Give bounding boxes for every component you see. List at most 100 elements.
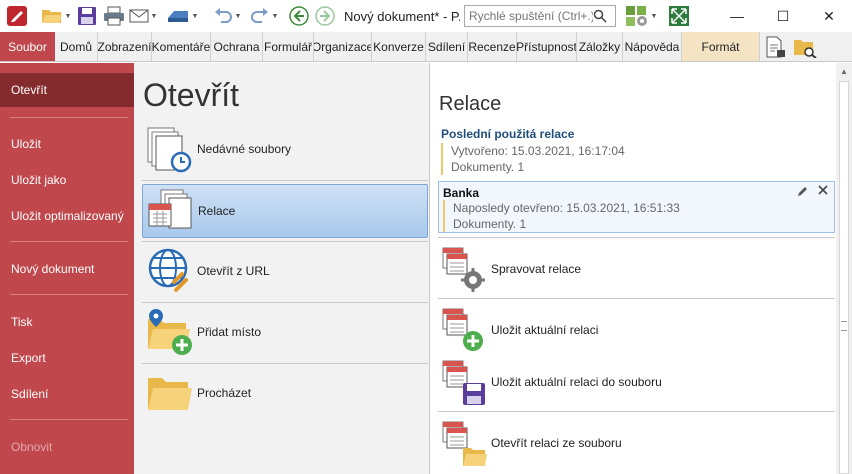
tab-domu[interactable]: Domů bbox=[55, 32, 98, 61]
action-label: Otevřít relaci ze souboru bbox=[491, 436, 622, 450]
menu-item-tisk[interactable]: Tisk bbox=[0, 305, 134, 339]
sessions-pane: Relace Poslední použitá relace Vytvořeno… bbox=[431, 63, 836, 474]
scanner-icon[interactable]: ▼ bbox=[162, 4, 202, 28]
vertical-scrollbar[interactable]: ▲ bbox=[836, 63, 852, 474]
back-icon[interactable] bbox=[286, 4, 312, 28]
tab-soubor[interactable]: Soubor bbox=[0, 32, 55, 61]
menu-item-novy-dokument[interactable]: Nový dokument bbox=[0, 252, 134, 286]
recent-files-icon bbox=[144, 124, 194, 174]
menu-item-sdileni[interactable]: Sdílení bbox=[0, 377, 134, 411]
tab-formular[interactable]: Formulář bbox=[263, 32, 314, 61]
tab-pristupnost[interactable]: Přístupnost bbox=[517, 32, 577, 61]
tab-komentare[interactable]: Komentáře bbox=[152, 32, 211, 61]
open-session-from-file-button[interactable]: Otevřít relaci ze souboru bbox=[439, 414, 835, 472]
menu-divider bbox=[10, 294, 128, 295]
print-icon[interactable] bbox=[100, 4, 128, 28]
recent-session-link[interactable]: Poslední použitá relace bbox=[441, 127, 574, 141]
session-documents: Dokumenty. 1 bbox=[453, 217, 527, 231]
menu-item-obnovit: Obnovit bbox=[11, 440, 53, 454]
manage-sessions-button[interactable]: Spravovat relace bbox=[439, 240, 835, 298]
item-divider bbox=[438, 298, 835, 299]
tab-recenze[interactable]: Recenze bbox=[468, 32, 517, 61]
save-session-to-file-button[interactable]: Uložit aktuální relaci do souboru bbox=[439, 353, 835, 411]
tab-ochrana[interactable]: Ochrana bbox=[211, 32, 263, 61]
app-window: ▼ ▼ ▼ ▼ ▼ Nový dokument* - P... Rychlé s… bbox=[0, 0, 852, 474]
fullscreen-icon[interactable] bbox=[666, 4, 692, 28]
session-card[interactable]: Banka Naposledy otevřeno: 15.03.2021, 16… bbox=[438, 181, 835, 233]
menu-divider bbox=[10, 241, 128, 242]
quick-launch-input[interactable] bbox=[469, 9, 593, 23]
search-icon[interactable] bbox=[593, 9, 607, 23]
menu-item-export[interactable]: Export bbox=[0, 341, 134, 375]
edit-icon[interactable] bbox=[797, 185, 809, 197]
save-session-icon bbox=[439, 305, 489, 355]
item-divider bbox=[142, 302, 428, 303]
delete-icon[interactable] bbox=[817, 184, 829, 196]
item-divider bbox=[142, 363, 428, 364]
action-label: Uložit aktuální relaci bbox=[491, 323, 599, 337]
open-item-url[interactable]: Otevřít z URL bbox=[142, 244, 428, 298]
settings-icon[interactable]: ▼ bbox=[622, 4, 660, 28]
undo-icon[interactable]: ▼ bbox=[208, 4, 246, 28]
folder-search-icon[interactable] bbox=[790, 32, 820, 62]
open-item-label: Procházet bbox=[197, 386, 252, 400]
open-folder-icon[interactable]: ▼ bbox=[38, 4, 74, 28]
session-name: Banka bbox=[443, 186, 480, 200]
session-info: Naposledy otevřeno: 15.03.2021, 16:51:33… bbox=[443, 200, 680, 232]
tab-zalozky[interactable]: Záložky bbox=[577, 32, 623, 61]
recent-session-documents: Dokumenty. 1 bbox=[451, 160, 525, 174]
save-icon[interactable] bbox=[74, 4, 100, 28]
menu-divider bbox=[10, 419, 128, 420]
open-pane: Otevřít Nedávné soubory Relace Otevřít z… bbox=[134, 63, 430, 474]
tab-napoveda[interactable]: Nápověda bbox=[623, 32, 682, 61]
close-button[interactable]: ✕ bbox=[806, 0, 852, 32]
document-tools-icon[interactable] bbox=[760, 32, 790, 62]
manage-sessions-icon bbox=[439, 244, 489, 294]
tab-format[interactable]: Formát bbox=[682, 32, 760, 61]
item-divider bbox=[142, 180, 428, 181]
action-label: Uložit aktuální relaci do souboru bbox=[491, 375, 662, 389]
action-label: Spravovat relace bbox=[491, 262, 582, 276]
sessions-icon bbox=[145, 186, 195, 236]
ribbon-tab-bar: Soubor Domů Zobrazení Komentáře Ochrana … bbox=[0, 32, 852, 62]
maximize-button[interactable]: ☐ bbox=[760, 0, 806, 32]
open-session-from-file-icon bbox=[439, 418, 489, 468]
open-item-add-place[interactable]: Přidat místo bbox=[142, 305, 428, 359]
open-item-label: Nedávné soubory bbox=[197, 142, 292, 156]
menu-divider bbox=[10, 117, 128, 118]
recent-session-created: Vytvořeno: 15.03.2021, 16:17:04 bbox=[451, 144, 625, 158]
sessions-title: Relace bbox=[439, 93, 502, 115]
browse-folder-icon bbox=[144, 368, 194, 418]
title-bar: ▼ ▼ ▼ ▼ ▼ Nový dokument* - P... Rychlé s… bbox=[0, 0, 852, 32]
email-icon[interactable]: ▼ bbox=[128, 4, 158, 28]
scroll-thumb[interactable] bbox=[839, 81, 849, 474]
item-divider bbox=[438, 237, 835, 238]
tab-zobrazeni[interactable]: Zobrazení bbox=[98, 32, 152, 61]
tab-sdileni[interactable]: Sdílení bbox=[426, 32, 468, 61]
open-item-browse[interactable]: Procházet bbox=[142, 366, 428, 420]
tab-konverze[interactable]: Konverze bbox=[372, 32, 426, 61]
open-item-label: Přidat místo bbox=[197, 325, 262, 339]
minimize-button[interactable]: — bbox=[714, 0, 760, 32]
menu-item-ulozit-optimalizovany[interactable]: Uložit optimalizovaný bbox=[0, 199, 134, 233]
redo-icon[interactable]: ▼ bbox=[246, 4, 282, 28]
open-item-sessions[interactable]: Relace bbox=[142, 184, 428, 238]
recent-session-info: Vytvořeno: 15.03.2021, 16:17:04 Dokument… bbox=[441, 143, 625, 175]
item-divider bbox=[142, 241, 428, 242]
tab-organizace[interactable]: Organizace bbox=[314, 32, 372, 61]
item-divider bbox=[438, 411, 835, 412]
session-last-opened: Naposledy otevřeno: 15.03.2021, 16:51:33 bbox=[453, 201, 680, 215]
menu-item-ulozit[interactable]: Uložit bbox=[0, 127, 134, 161]
open-item-label: Relace bbox=[198, 204, 236, 218]
window-title: Nový dokument* - P... bbox=[344, 8, 460, 24]
scroll-grip-icon bbox=[841, 321, 847, 331]
menu-item-otevrit[interactable]: Otevřít bbox=[0, 73, 134, 107]
forward-icon[interactable] bbox=[312, 4, 338, 28]
open-item-recent-files[interactable]: Nedávné soubory bbox=[142, 122, 428, 176]
menu-item-ulozit-jako[interactable]: Uložit jako bbox=[0, 163, 134, 197]
scroll-up-icon[interactable]: ▲ bbox=[836, 65, 852, 79]
app-logo-icon[interactable] bbox=[2, 4, 32, 28]
save-session-button[interactable]: Uložit aktuální relaci bbox=[439, 301, 835, 359]
quick-launch-search[interactable] bbox=[464, 5, 616, 27]
open-item-label: Otevřít z URL bbox=[197, 264, 270, 278]
